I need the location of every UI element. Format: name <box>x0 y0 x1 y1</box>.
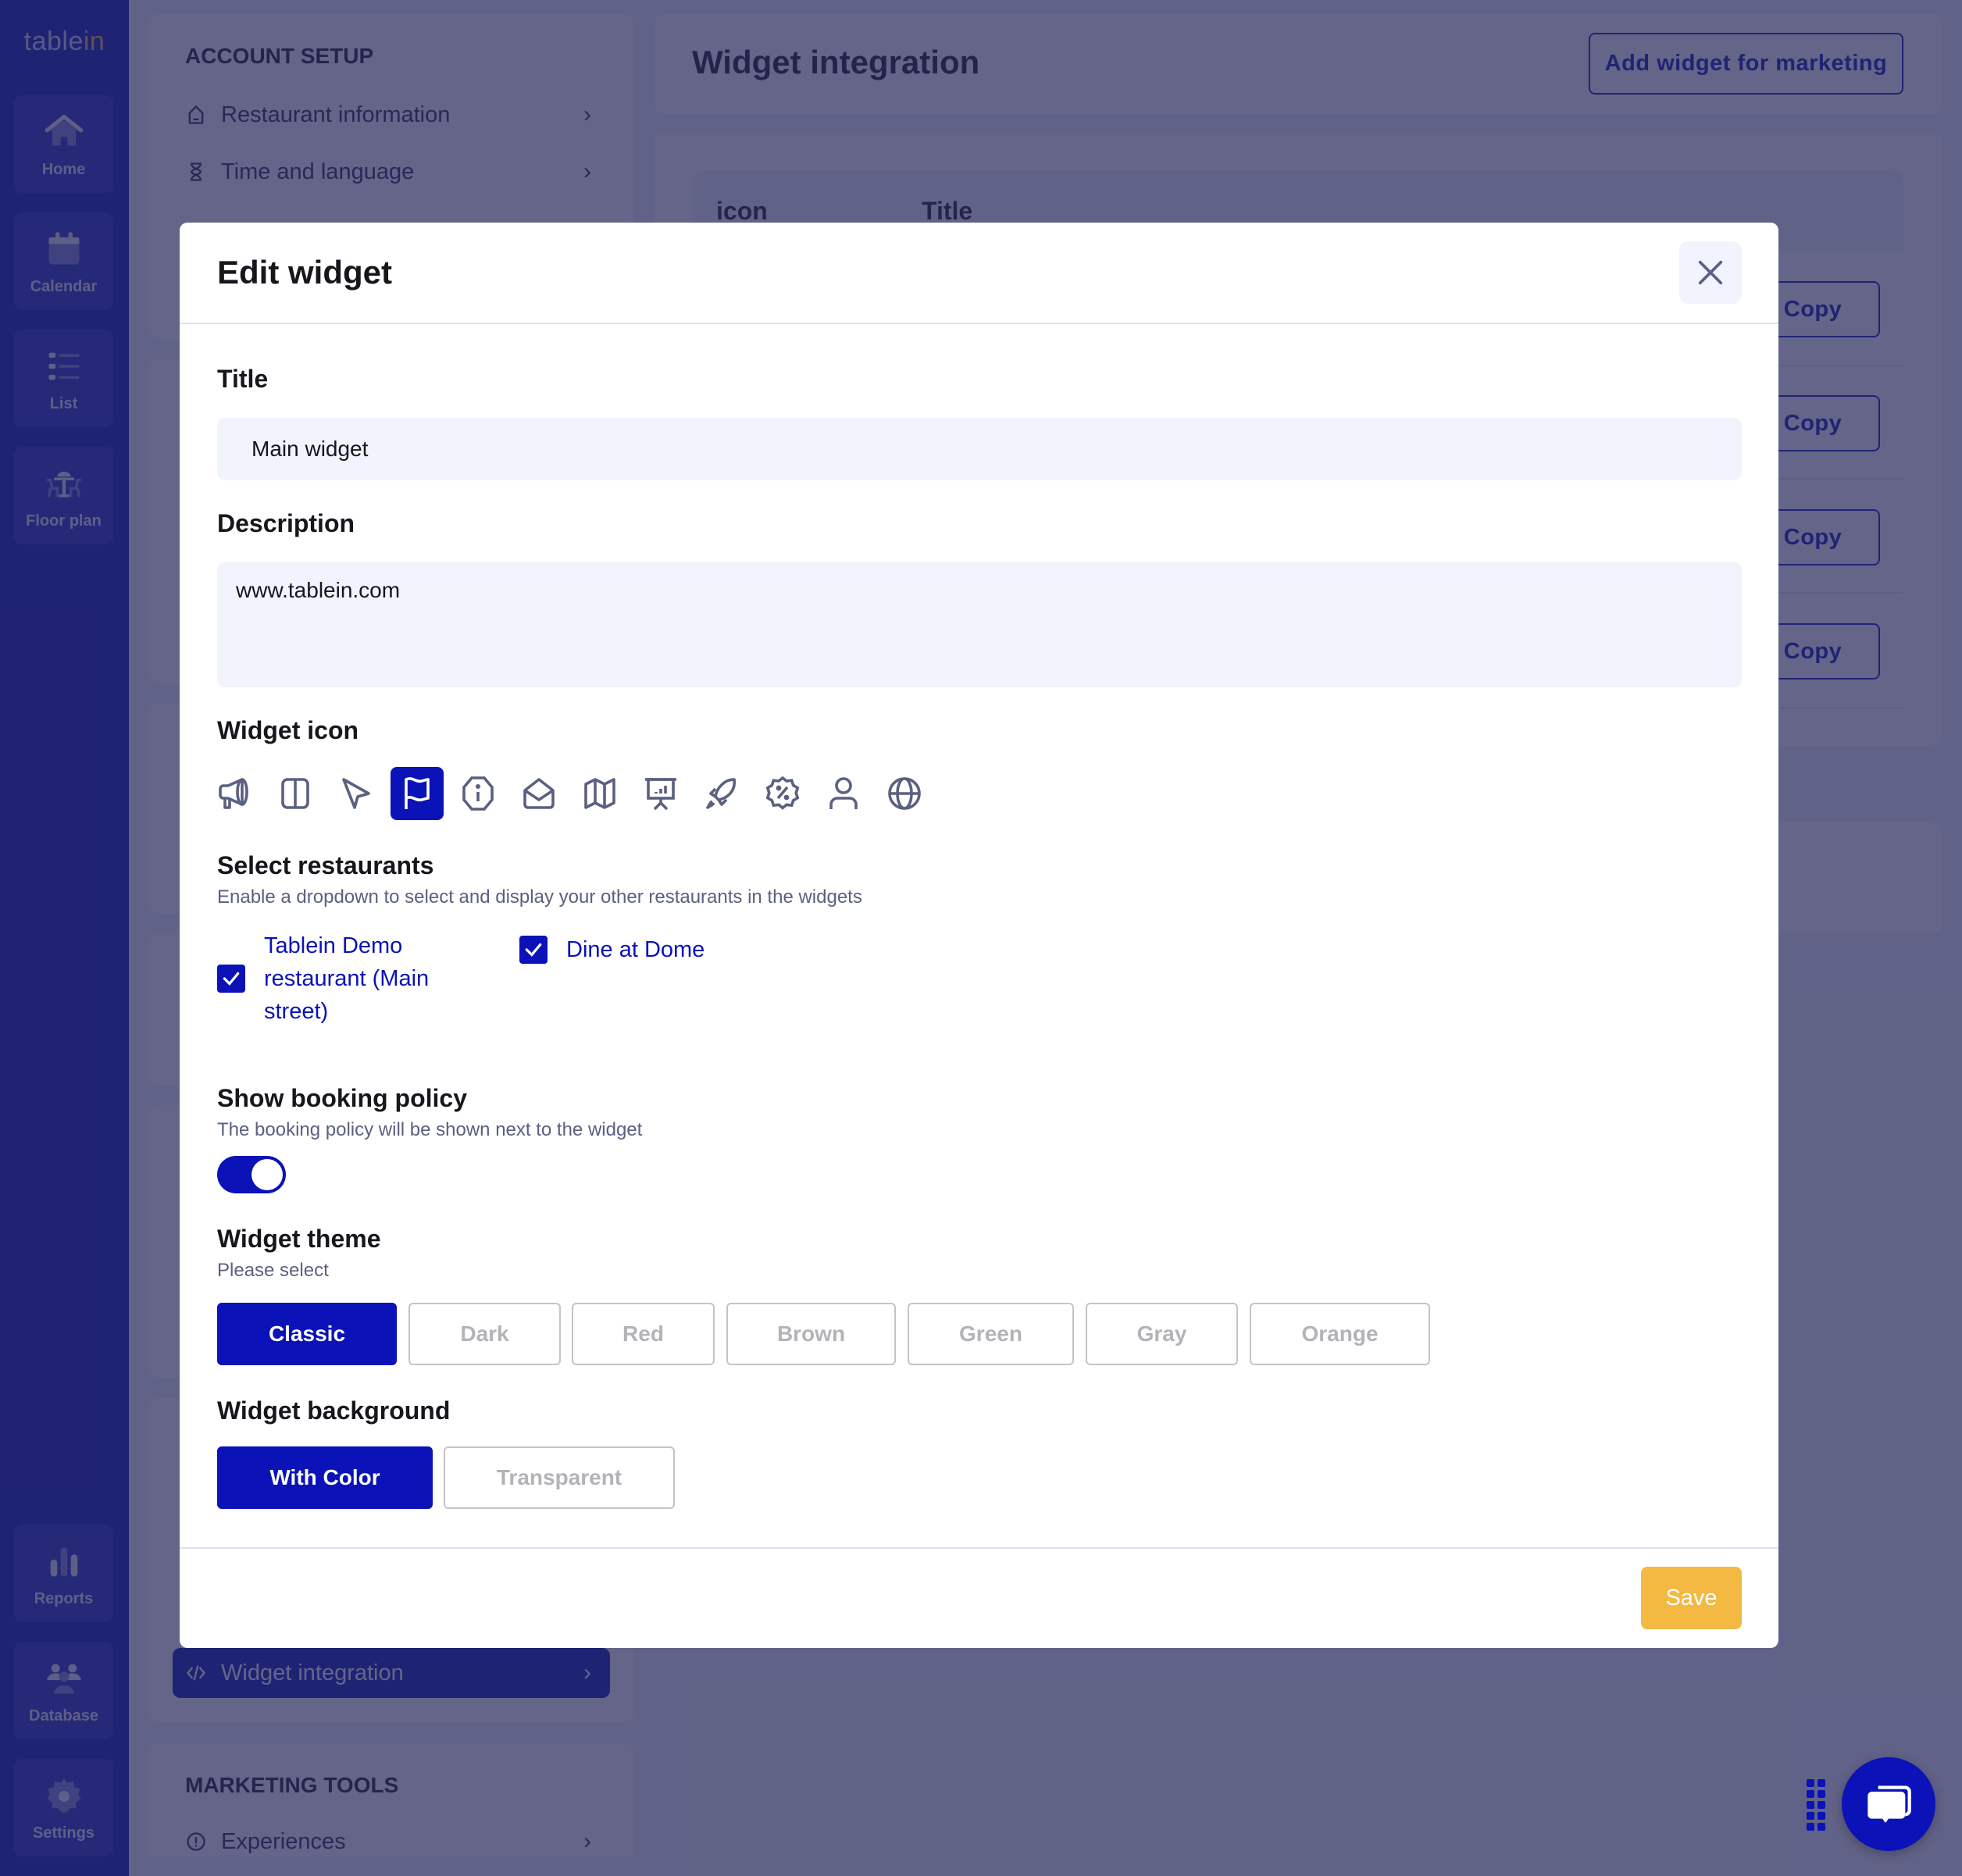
close-icon <box>1698 260 1723 285</box>
close-button[interactable] <box>1679 241 1742 304</box>
icon-option-presentation[interactable] <box>634 767 687 820</box>
restaurant-label: Dine at Dome <box>566 937 705 962</box>
globe-icon <box>888 777 921 810</box>
widget-theme-help: Please select <box>217 1260 329 1281</box>
description-label: Description <box>217 509 355 537</box>
megaphone-icon <box>219 778 248 809</box>
title-input[interactable] <box>217 418 1742 480</box>
mail-open-icon <box>523 778 555 809</box>
map-icon <box>584 778 615 809</box>
widget-theme-label: Widget theme <box>217 1225 381 1253</box>
theme-option-brown[interactable]: Brown <box>726 1303 896 1365</box>
icon-option-globe[interactable] <box>878 767 931 820</box>
rocket-icon <box>706 778 737 809</box>
percent-badge-icon <box>765 776 800 810</box>
cursor-icon <box>342 778 370 809</box>
widget-icon-picker <box>208 767 931 820</box>
theme-option-green[interactable]: Green <box>908 1303 1074 1365</box>
presentation-chart-icon <box>645 778 676 811</box>
checkbox-checked[interactable] <box>217 965 245 993</box>
widget-icon-label: Widget icon <box>217 716 359 744</box>
icon-option-cursor[interactable] <box>330 767 383 820</box>
chat-drag-handle[interactable] <box>1807 1779 1825 1831</box>
icon-option-user[interactable] <box>817 767 870 820</box>
icon-option-rocket[interactable] <box>695 767 748 820</box>
background-option-transparent[interactable]: Transparent <box>444 1446 675 1509</box>
icon-option-mail[interactable] <box>512 767 565 820</box>
booking-policy-help: The booking policy will be shown next to… <box>217 1119 643 1140</box>
checkmark-icon <box>525 943 542 957</box>
theme-option-classic[interactable]: Classic <box>217 1303 397 1365</box>
info-octagon-icon <box>462 776 494 811</box>
theme-option-orange[interactable]: Orange <box>1250 1303 1430 1365</box>
theme-option-gray[interactable]: Gray <box>1086 1303 1238 1365</box>
icon-option-megaphone[interactable] <box>208 767 261 820</box>
restaurant-checkbox-tablein-demo[interactable]: Tablein Demo restaurant (Main street) <box>217 929 467 1028</box>
widget-background-label: Widget background <box>217 1396 451 1425</box>
icon-option-info[interactable] <box>451 767 505 820</box>
booking-policy-label: Show booking policy <box>217 1084 467 1112</box>
chat-bubble-icon <box>1867 1785 1911 1823</box>
restaurant-label: Tablein Demo restaurant (Main street) <box>264 933 430 1024</box>
description-textarea[interactable] <box>217 562 1742 687</box>
theme-option-red[interactable]: Red <box>572 1303 715 1365</box>
restaurant-checkbox-dine-at-dome[interactable]: Dine at Dome <box>519 933 705 966</box>
modal-title: Edit widget <box>217 254 392 291</box>
chat-launcher-button[interactable] <box>1842 1757 1935 1851</box>
checkmark-icon <box>223 972 240 986</box>
checkbox-checked[interactable] <box>519 936 548 964</box>
title-label: Title <box>217 365 269 393</box>
flag-icon <box>405 777 430 809</box>
select-restaurants-label: Select restaurants <box>217 851 434 879</box>
select-restaurants-help: Enable a dropdown to select and display … <box>217 886 862 908</box>
edit-widget-modal: Edit widget Title Description Widget ico… <box>180 223 1778 1648</box>
theme-option-dark[interactable]: Dark <box>408 1303 561 1365</box>
toggle-knob <box>251 1159 283 1190</box>
icon-option-columns[interactable] <box>269 767 322 820</box>
footer-divider <box>180 1547 1778 1549</box>
save-button[interactable]: Save <box>1641 1567 1742 1629</box>
icon-option-map[interactable] <box>573 767 626 820</box>
header-divider <box>180 323 1778 324</box>
background-option-with-color[interactable]: With Color <box>217 1446 433 1509</box>
icon-option-flag[interactable] <box>391 767 444 820</box>
columns-icon <box>281 778 309 809</box>
user-icon <box>829 777 858 809</box>
icon-option-discount[interactable] <box>756 767 809 820</box>
booking-policy-toggle[interactable] <box>217 1156 286 1193</box>
